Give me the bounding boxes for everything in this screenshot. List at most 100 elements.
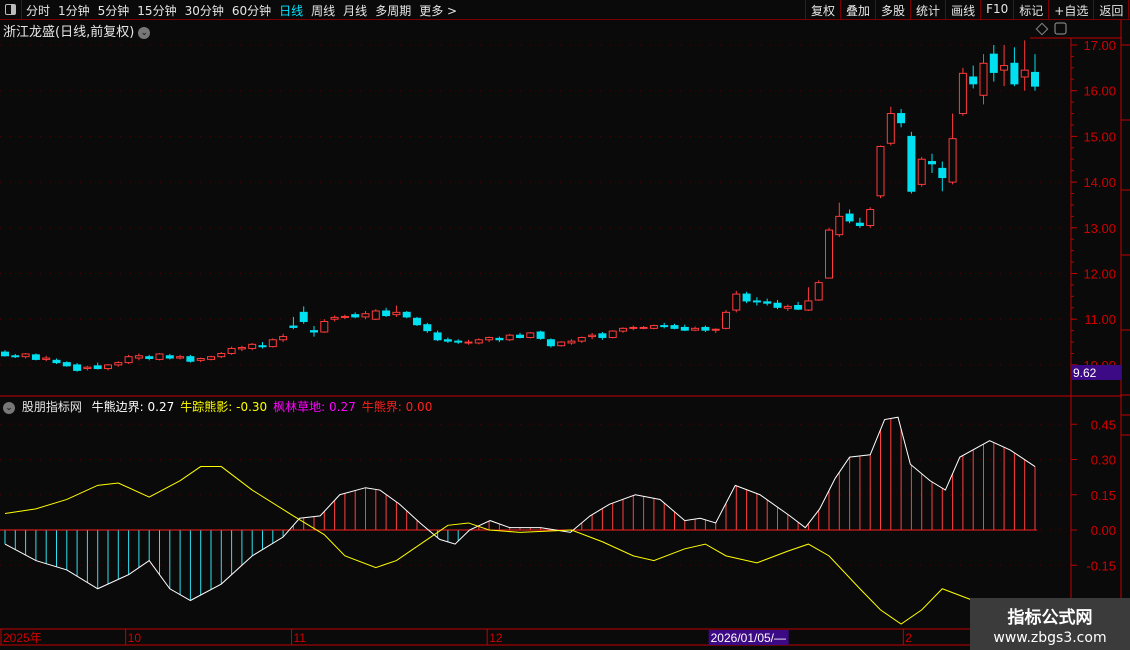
date-label: 10 <box>128 631 142 645</box>
watermark-title: 指标公式网 <box>1007 608 1093 628</box>
candle <box>155 353 164 360</box>
candle <box>598 333 607 338</box>
candle <box>588 334 597 338</box>
candle <box>577 336 586 342</box>
candle <box>536 331 545 339</box>
candle <box>773 302 782 308</box>
candle <box>165 355 174 359</box>
candle <box>217 352 226 358</box>
candle <box>237 347 246 350</box>
candle <box>299 311 308 322</box>
candle <box>1031 71 1039 87</box>
candle <box>958 72 967 115</box>
kline-chart[interactable]: 17.0016.0015.0014.0013.0012.0011.0010.00… <box>0 0 1130 650</box>
candle <box>505 334 514 341</box>
date-label: 12 <box>489 631 503 645</box>
legend-item: 牛熊界: 0.00 <box>361 400 433 414</box>
candle <box>134 355 143 359</box>
candle <box>402 311 411 318</box>
candle <box>413 317 421 326</box>
price-tick-label: 15.00 <box>1083 129 1116 144</box>
candle <box>93 365 102 370</box>
candle <box>711 328 720 331</box>
candle <box>207 356 215 360</box>
indicator-legend: 牛熊边界: 0.27 牛踪熊影: -0.30 枫林草地: 0.27 牛熊界: 0.00 <box>92 400 439 414</box>
candle <box>1000 65 1009 71</box>
candle <box>361 313 370 318</box>
candle <box>371 310 380 320</box>
candle <box>1010 62 1019 85</box>
date-label: 2 <box>905 631 912 645</box>
price-tick-label: 11.00 <box>1084 312 1116 327</box>
candle <box>52 359 61 364</box>
date-label: 2025年 <box>3 631 42 645</box>
candle <box>814 282 823 301</box>
price-tick-label: 17.00 <box>1083 38 1116 53</box>
diamond-icon <box>1035 22 1049 36</box>
candle <box>917 158 926 185</box>
cursor-date-label: 2026/01/05/— <box>711 631 786 645</box>
chevron-down-icon[interactable]: ⌄ <box>3 402 15 414</box>
candle <box>42 357 51 360</box>
candle <box>196 358 205 361</box>
candle <box>392 311 401 316</box>
candle <box>794 304 803 310</box>
bull-trace-line <box>4 466 974 625</box>
candle <box>670 325 679 329</box>
candle <box>268 339 277 348</box>
indicator-tick-label: 0.15 <box>1091 488 1116 503</box>
candle <box>557 341 566 347</box>
candle <box>866 209 875 227</box>
candle <box>382 310 391 317</box>
candle <box>608 330 617 338</box>
candle <box>752 300 761 303</box>
candle <box>454 340 463 343</box>
indicator-header: ⌄ 股朋指标网 牛熊边界: 0.27 牛踪熊影: -0.30 枫林草地: 0.27 牛… <box>3 398 444 415</box>
candle <box>732 293 741 311</box>
candle <box>104 364 112 370</box>
candle <box>1 351 9 357</box>
candle <box>248 343 257 349</box>
candle <box>176 356 185 359</box>
candle <box>639 326 648 329</box>
candle <box>474 339 483 344</box>
candle <box>526 332 535 338</box>
candle <box>763 301 772 304</box>
candle <box>433 332 442 341</box>
candle <box>351 314 360 318</box>
indicator-tick-label: 0.45 <box>1091 417 1116 432</box>
candle <box>546 339 555 347</box>
watermark: 指标公式网 www.zbgs3.com <box>970 598 1130 650</box>
candle <box>124 356 133 364</box>
candle <box>423 324 432 332</box>
candle <box>567 340 576 344</box>
candle <box>516 334 524 338</box>
candle <box>938 167 947 179</box>
price-tick-label: 14.00 <box>1083 175 1116 190</box>
candle <box>660 325 669 328</box>
candle <box>340 315 349 318</box>
candle <box>310 330 318 333</box>
price-tick-label: 13.00 <box>1083 221 1116 236</box>
candle <box>11 355 20 358</box>
candle <box>443 339 452 342</box>
legend-item: 牛熊边界: 0.27 <box>91 400 175 414</box>
candle <box>969 76 978 85</box>
candle <box>855 222 864 227</box>
candle <box>31 354 40 360</box>
candle <box>979 62 988 96</box>
price-tick-label: 12.00 <box>1083 267 1116 282</box>
candle <box>886 113 895 144</box>
candle <box>114 362 123 366</box>
candle <box>186 356 195 362</box>
indicator-tick-label: 0.00 <box>1091 523 1116 538</box>
candle <box>330 316 339 320</box>
candle <box>320 320 329 333</box>
candle <box>907 135 916 192</box>
candle <box>876 145 885 197</box>
candle <box>619 327 627 332</box>
candle <box>928 161 936 165</box>
indicator-tick-label: 0.30 <box>1091 453 1116 468</box>
candle <box>742 293 751 302</box>
candle <box>495 337 504 341</box>
